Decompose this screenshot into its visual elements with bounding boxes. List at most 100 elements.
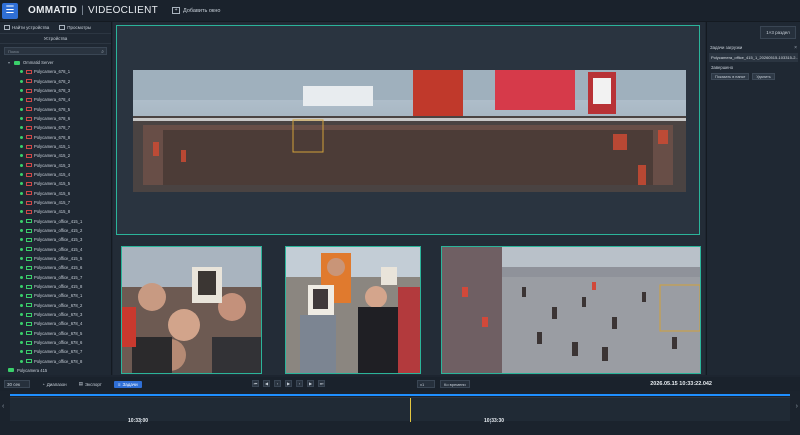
timeline[interactable]: ‹ › 10:33:00 10:33:30 — [0, 391, 800, 435]
add-window-button[interactable]: + Добавить окно — [172, 7, 220, 14]
tree-camera-item[interactable]: Polycamera_office_678_7 — [4, 347, 111, 356]
step-forward-icon[interactable]: ▶ — [307, 380, 314, 387]
frame-back-icon[interactable]: ‹ — [274, 380, 281, 387]
camera-icon — [26, 135, 32, 140]
tree-camera-item[interactable]: Polycamera_415_4 — [4, 170, 111, 179]
tree-camera-item[interactable]: Polycamera_office_415_7 — [4, 273, 111, 282]
camera-label: Polycamera_678_1 — [34, 69, 71, 75]
status-dot-icon — [20, 117, 23, 121]
camera-icon — [26, 293, 32, 298]
skip-start-icon[interactable]: ⏮ — [252, 380, 259, 387]
tasks-button[interactable]: ≡ Задачи — [113, 380, 142, 388]
app-window: ☰ OMMATID | VIDEOCLIENT + Добавить окно … — [0, 0, 800, 435]
camera-label: Polycamera_office_678_2 — [34, 302, 83, 308]
tree-camera-item[interactable]: Polycamera_office_415_6 — [4, 263, 111, 272]
tree-camera-item[interactable]: Polycamera_415_3 — [4, 161, 111, 170]
tree-camera-item[interactable]: Polycamera_678_1 — [4, 67, 111, 76]
tree-camera-item[interactable]: Polycamera_office_678_3 — [4, 310, 111, 319]
views-button[interactable]: Просмотры — [59, 25, 91, 30]
range-button[interactable]: ◔ Диапазон — [42, 382, 67, 387]
export-button[interactable]: ▤ Экспорт — [79, 381, 102, 387]
tree-camera-item[interactable]: Polycamera_415_6 — [4, 189, 111, 198]
frame-forward-icon[interactable]: › — [296, 380, 303, 387]
speed-select[interactable]: x1 — [417, 380, 435, 388]
timeline-prev-icon[interactable]: ‹ — [2, 403, 4, 410]
step-back-icon[interactable]: ◀ — [263, 380, 270, 387]
add-window-icon: + — [172, 7, 181, 14]
tree-camera-item[interactable]: Polycamera_office_415_1 — [4, 217, 111, 226]
camera-label: Polycamera_office_415_4 — [34, 246, 83, 252]
camera-icon — [26, 247, 32, 252]
tree-camera-item[interactable]: Polycamera_office_415_3 — [4, 235, 111, 244]
tree-camera-item[interactable]: Polycamera_office_415_8 — [4, 282, 111, 291]
status-dot-icon — [20, 98, 23, 102]
camera-icon — [26, 237, 32, 242]
timeline-next-icon[interactable]: › — [796, 403, 798, 410]
status-dot-icon — [20, 322, 23, 326]
tree-camera-item[interactable]: Polycamera_415_7 — [4, 198, 111, 207]
video-tile-2[interactable] — [285, 246, 421, 374]
tree-camera-item[interactable]: Polycamera_office_678_4 — [4, 319, 111, 328]
tree-camera-item[interactable]: Polycamera_678_8 — [4, 133, 111, 142]
group-label: Polycamera 415 — [17, 367, 48, 373]
camera-icon — [26, 181, 32, 186]
status-dot-icon — [20, 210, 23, 214]
tree-camera-item[interactable]: Polycamera_678_7 — [4, 123, 111, 132]
tree-group-item[interactable]: Polycamera 415 — [4, 366, 111, 375]
server-icon — [14, 60, 20, 65]
layout-select[interactable]: 1×3 раздел — [760, 26, 796, 39]
tree-camera-item[interactable]: Polycamera_678_3 — [4, 86, 111, 95]
range-label: Диапазон — [46, 381, 67, 387]
video-tile-1[interactable] — [121, 246, 262, 374]
camera-label: Polycamera_office_678_4 — [34, 321, 83, 327]
tree-camera-item[interactable]: Polycamera_678_4 — [4, 95, 111, 104]
play-icon[interactable]: ▶ — [285, 380, 292, 387]
delete-task-button[interactable]: Удалить — [752, 73, 775, 80]
views-label: Просмотры — [67, 25, 92, 30]
skip-end-icon[interactable]: ⏭ — [318, 380, 325, 387]
video-tile-main[interactable] — [116, 25, 700, 235]
tree-camera-item[interactable]: Polycamera_office_678_2 — [4, 301, 111, 310]
tree-camera-item[interactable]: Polycamera_415_5 — [4, 179, 111, 188]
tree-camera-item[interactable]: Polycamera_office_415_2 — [4, 226, 111, 235]
status-dot-icon — [20, 145, 23, 149]
playback-buttons: ⏮ ◀ ‹ ▶ › ▶ ⏭ — [252, 380, 325, 387]
tasks-icon: ≡ — [117, 381, 121, 387]
export-label: Экспорт — [84, 381, 102, 387]
find-devices-button[interactable]: Найти устройства — [4, 25, 49, 30]
camera-label: Polycamera_678_7 — [34, 125, 71, 131]
show-in-folder-button[interactable]: Показать в папке — [711, 73, 750, 80]
tree-server[interactable]: ▾ Ommatid Server — [4, 58, 111, 67]
camera-label: Polycamera_office_678_3 — [34, 312, 83, 318]
device-search-input[interactable]: Поиск ⌕ — [4, 47, 107, 55]
timeline-cursor[interactable] — [410, 398, 411, 422]
tree-camera-item[interactable]: Polycamera_office_678_6 — [4, 338, 111, 347]
video-tile-3[interactable] — [441, 246, 701, 374]
tree-camera-item[interactable]: Polycamera_415_1 — [4, 142, 111, 151]
status-dot-icon — [20, 350, 23, 354]
camera-label: Polycamera_415_1 — [34, 144, 71, 150]
tree-camera-item[interactable]: Polycamera_678_5 — [4, 105, 111, 114]
tree-camera-item[interactable]: Polycamera_678_6 — [4, 114, 111, 123]
timeline-recording-track — [10, 394, 790, 396]
menu-icon[interactable]: ☰ — [2, 2, 18, 19]
devices-toolbar: Найти устройства Просмотры — [0, 22, 111, 34]
tree-camera-item[interactable]: Polycamera_office_678_8 — [4, 357, 111, 366]
tree-camera-item[interactable]: Polycamera_678_2 — [4, 77, 111, 86]
tree-camera-item[interactable]: Polycamera_office_678_5 — [4, 329, 111, 338]
current-datetime: 2026.05.15 10:33:22.042 — [650, 381, 712, 387]
tree-camera-item[interactable]: Polycamera_office_415_5 — [4, 254, 111, 263]
camera-icon — [26, 265, 32, 270]
close-icon[interactable]: × — [794, 45, 797, 51]
brand-ommatid: OMMATID — [28, 5, 78, 16]
tree-camera-item[interactable]: Polycamera_office_415_4 — [4, 245, 111, 254]
tree-camera-item[interactable]: Polycamera_415_8 — [4, 207, 111, 216]
status-dot-icon — [20, 191, 23, 195]
tree-camera-item[interactable]: Polycamera_415_2 — [4, 151, 111, 160]
tree-camera-item[interactable]: Polycamera_office_678_1 — [4, 291, 111, 300]
range-icon: ◔ — [42, 381, 45, 387]
timeline-scale[interactable] — [10, 397, 790, 424]
interval-select[interactable]: 30 сек — [4, 380, 30, 388]
status-dot-icon — [20, 126, 23, 130]
to-time-button[interactable]: Ко времени — [440, 380, 470, 388]
